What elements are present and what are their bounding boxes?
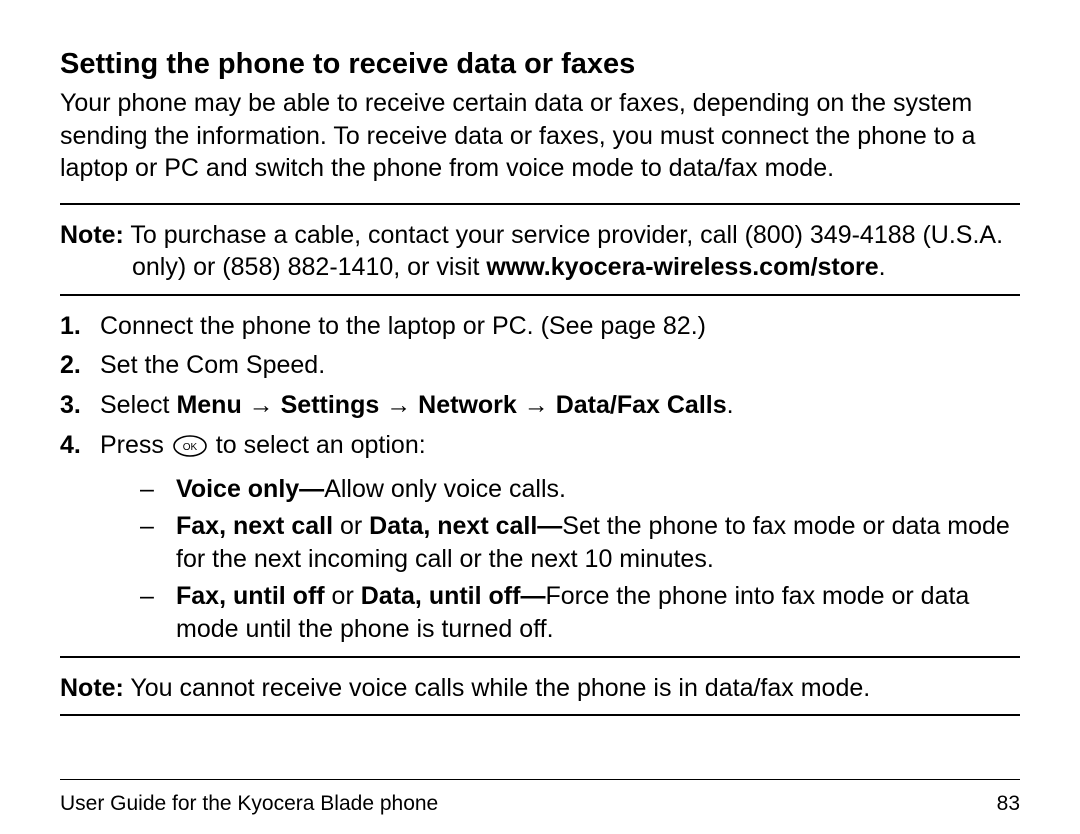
bullet-dash: – [140,473,176,506]
menu-path-settings: Settings [281,391,380,419]
step-number: 4. [60,429,100,463]
step3-suffix: . [727,391,734,419]
option-next-call: – Fax, next call or Data, next call—Set … [140,510,1020,576]
note-label: Note: [60,674,124,702]
option-mid: or [333,512,369,540]
footer-title: User Guide for the Kyocera Blade phone [60,792,438,816]
horizontal-rule [60,203,1020,205]
arrow-icon: → [242,391,281,419]
step-3: 3. Select Menu → Settings → Network → Da… [60,389,1020,423]
option-label-b: Data, next call— [369,512,562,540]
step-text: Set the Com Speed. [100,349,1020,383]
note-text: You cannot receive voice calls while the… [124,674,870,702]
bullet-dash: – [140,580,176,613]
menu-path-network: Network [418,391,517,419]
option-desc: Allow only voice calls. [324,475,566,503]
step-number: 3. [60,389,100,423]
option-text: Voice only—Allow only voice calls. [176,473,1020,506]
option-label-b: Data, until off— [361,582,546,610]
menu-path-menu: Menu [176,391,241,419]
note-url: www.kyocera-wireless.com/store [486,253,878,281]
section-heading: Setting the phone to receive data or fax… [60,48,1020,81]
step4-prefix: Press [100,431,171,459]
note-no-voice-calls: Note: You cannot receive voice calls whi… [60,672,1020,705]
svg-text:OK: OK [183,442,198,453]
step-number: 2. [60,349,100,383]
option-sublist: – Voice only—Allow only voice calls. – F… [140,473,1020,646]
option-mid: or [325,582,361,610]
step-2: 2. Set the Com Speed. [60,349,1020,383]
footer-rule [60,779,1020,780]
horizontal-rule [60,656,1020,658]
page-number: 83 [997,792,1020,816]
option-text: Fax, next call or Data, next call—Set th… [176,510,1020,576]
arrow-icon: → [517,391,556,419]
ok-button-icon: OK [173,433,207,467]
step-1: 1. Connect the phone to the laptop or PC… [60,310,1020,344]
step4-suffix: to select an option: [209,431,426,459]
step-text: Select Menu → Settings → Network → Data/… [100,389,1020,423]
intro-paragraph: Your phone may be able to receive certai… [60,87,1020,185]
option-label: Voice only— [176,475,324,503]
option-until-off: – Fax, until off or Data, until off—Forc… [140,580,1020,646]
step-text: Connect the phone to the laptop or PC. (… [100,310,1020,344]
step-text: Press OK to select an option: [100,429,1020,467]
note-label: Note: [60,221,124,249]
option-text: Fax, until off or Data, until off—Force … [176,580,1020,646]
step-4: 4. Press OK to select an option: [60,429,1020,467]
page-footer: User Guide for the Kyocera Blade phone 8… [60,792,1020,816]
note-purchase-cable: Note: To purchase a cable, contact your … [60,219,1020,284]
horizontal-rule [60,714,1020,716]
horizontal-rule [60,294,1020,296]
arrow-icon: → [379,391,418,419]
step-number: 1. [60,310,100,344]
option-voice-only: – Voice only—Allow only voice calls. [140,473,1020,506]
option-label-a: Fax, next call [176,512,333,540]
menu-path-datafax: Data/Fax Calls [556,391,727,419]
step3-prefix: Select [100,391,176,419]
note-text-b: . [879,253,886,281]
bullet-dash: – [140,510,176,543]
ordered-steps: 1. Connect the phone to the laptop or PC… [60,310,1020,467]
option-label-a: Fax, until off [176,582,325,610]
document-page: Setting the phone to receive data or fax… [0,0,1080,834]
